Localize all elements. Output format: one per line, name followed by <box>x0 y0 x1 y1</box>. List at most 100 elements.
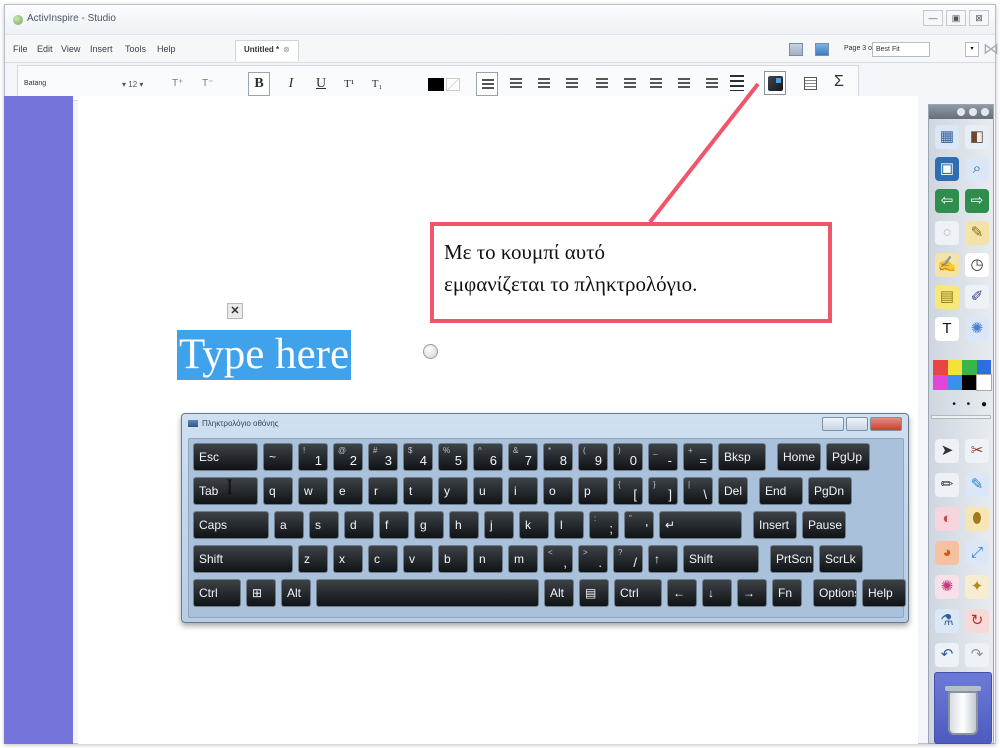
align-right-icon[interactable] <box>538 78 550 90</box>
shrink-font-icon[interactable]: T⁻ <box>202 78 213 89</box>
key-ctrl[interactable]: Ctrl <box>193 579 241 607</box>
palette-color-swatch[interactable] <box>947 360 962 375</box>
restore-button[interactable]: ▣ <box>946 10 966 26</box>
key-6[interactable]: ^ 6 <box>473 443 503 471</box>
connector-icon[interactable]: ⤢ <box>965 541 989 565</box>
palette-color-swatch[interactable] <box>933 360 948 375</box>
key-e[interactable]: e <box>333 477 363 505</box>
key-92[interactable]: | \ <box>683 477 713 505</box>
key-m[interactable]: m <box>508 545 538 573</box>
blank-icon[interactable]: ○ <box>935 221 959 245</box>
key-p[interactable]: p <box>578 477 608 505</box>
key-esc[interactable]: Esc <box>193 443 258 471</box>
key-ctrl[interactable]: Ctrl <box>614 579 662 607</box>
align-center-icon[interactable] <box>510 78 522 90</box>
key-k[interactable]: k <box>519 511 549 539</box>
marker-icon[interactable]: ✏ <box>935 473 959 497</box>
osk-close-button[interactable] <box>870 417 902 431</box>
sticky-note-icon[interactable]: ▤ <box>935 285 959 309</box>
insert-table-icon[interactable] <box>804 77 817 90</box>
menu-help[interactable]: Help <box>157 44 176 54</box>
key-3[interactable]: #3 <box>368 443 398 471</box>
key-93[interactable]: }] <box>648 477 678 505</box>
object-browser-icon[interactable]: ▣ <box>935 157 959 181</box>
key-t[interactable]: t <box>403 477 433 505</box>
zoom-select[interactable]: Best Fit <box>872 42 930 57</box>
key-f[interactable]: f <box>379 511 409 539</box>
key-options[interactable]: Options <box>813 579 857 607</box>
key-8[interactable]: * 8 <box>543 443 573 471</box>
key-39[interactable]: " ' <box>624 511 654 539</box>
textbox-close-icon[interactable]: ✕ <box>227 303 243 319</box>
key-g[interactable]: g <box>414 511 444 539</box>
key-help[interactable]: Help <box>862 579 906 607</box>
subscript-button[interactable]: T₁ <box>366 72 388 96</box>
key-8594[interactable]: → <box>737 579 767 607</box>
reset-icon[interactable]: ↻ <box>965 609 989 633</box>
key-bksp[interactable]: Bksp <box>718 443 766 471</box>
key-home[interactable]: Home <box>777 443 821 471</box>
numbered-list-icon[interactable] <box>678 78 690 90</box>
chevron-down-icon[interactable]: ▾ <box>965 42 979 57</box>
key-alt[interactable]: Alt <box>544 579 574 607</box>
key-o[interactable]: o <box>543 477 573 505</box>
key-end[interactable]: End <box>759 477 803 505</box>
key-1[interactable]: ! 1 <box>298 443 328 471</box>
key-j[interactable]: j <box>484 511 514 539</box>
font-size-select[interactable]: ▾ 12 ▾ <box>122 80 143 89</box>
key-l[interactable]: l <box>554 511 584 539</box>
selected-textbox[interactable]: Type here <box>177 330 352 380</box>
key-8595[interactable]: ↓ <box>702 579 732 607</box>
bullet-list-icon[interactable] <box>730 75 744 91</box>
key-47[interactable]: ? / <box>613 545 643 573</box>
line-spacing-icon[interactable] <box>706 78 718 90</box>
key-61[interactable]: + = <box>683 443 713 471</box>
key-alt[interactable]: Alt <box>281 579 311 607</box>
text-icon[interactable]: T <box>935 317 959 341</box>
page-sorter-icon[interactable] <box>789 43 803 56</box>
key-b[interactable]: b <box>438 545 468 573</box>
key-9[interactable]: (9 <box>578 443 608 471</box>
tab-untitled[interactable]: Untitled * ⊗ <box>235 40 299 61</box>
key-7[interactable]: & 7 <box>508 443 538 471</box>
underline-button[interactable]: U <box>310 72 332 96</box>
key-s[interactable]: s <box>309 511 339 539</box>
menu-view[interactable]: View <box>61 44 80 54</box>
superscript-button[interactable]: T¹ <box>338 72 360 96</box>
key-pgdn[interactable]: PgDn <box>808 477 852 505</box>
redo-icon[interactable]: ↷ <box>965 643 989 667</box>
key-8592[interactable]: ← <box>667 579 697 607</box>
clock-icon[interactable]: ◷ <box>965 253 989 277</box>
key-46[interactable]: >. <box>578 545 608 573</box>
key-h[interactable]: h <box>449 511 479 539</box>
key-w[interactable]: w <box>298 477 328 505</box>
font-color-swatch[interactable] <box>428 78 444 91</box>
menu-insert[interactable]: Insert <box>90 44 113 54</box>
annotate-icon[interactable]: ✍ <box>935 253 959 277</box>
menu-tools[interactable]: Tools <box>125 44 146 54</box>
spotlight-icon[interactable]: ✦ <box>965 575 989 599</box>
previous-page-icon[interactable]: ⇦ <box>935 189 959 213</box>
on-screen-keyboard-button[interactable] <box>764 71 786 95</box>
pen-width-selector[interactable]: • • ● <box>935 399 991 411</box>
key-z[interactable]: z <box>298 545 328 573</box>
key-u[interactable]: u <box>473 477 503 505</box>
toolbox-pin-icon[interactable] <box>981 108 989 116</box>
palette-color-swatch[interactable] <box>976 360 991 375</box>
key-91[interactable]: {[ <box>613 477 643 505</box>
page-browser-icon[interactable]: ▦ <box>935 125 959 149</box>
key-8629[interactable]: ↵ <box>659 511 742 539</box>
magnifier-icon[interactable]: ⌕ <box>965 157 989 181</box>
notes-icon[interactable]: ✎ <box>965 221 989 245</box>
page-view-icon[interactable] <box>815 43 829 56</box>
key-44[interactable]: <, <box>543 545 573 573</box>
minimize-button[interactable]: — <box>923 10 943 26</box>
list-indent-icon[interactable] <box>650 78 662 90</box>
resource-browser-icon[interactable]: ◧ <box>965 125 989 149</box>
key-shift[interactable]: Shift <box>193 545 293 573</box>
bold-button[interactable]: B <box>248 72 270 96</box>
align-left-button[interactable] <box>476 72 498 96</box>
key-shift[interactable]: Shift <box>683 545 759 573</box>
key-8862[interactable]: ⊞ <box>246 579 276 607</box>
key-5[interactable]: % 5 <box>438 443 468 471</box>
